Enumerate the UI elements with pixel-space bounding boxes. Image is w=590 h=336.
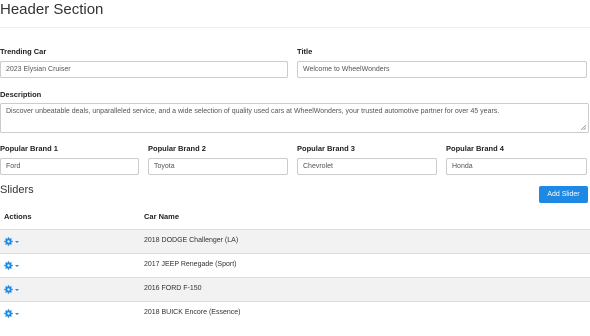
car-name-cell: 2018 BUICK Encore (Essence): [144, 309, 241, 316]
brand-4-input[interactable]: Honda: [446, 158, 587, 175]
caret-down-icon: [15, 240, 19, 243]
caret-down-icon: [15, 264, 19, 267]
brand-1-label: Popular Brand 1: [0, 144, 58, 153]
caret-down-icon: [15, 288, 19, 291]
sliders-title: Sliders: [0, 184, 34, 196]
car-name-cell: 2018 DODGE Challenger (LA): [144, 237, 239, 244]
description-textarea[interactable]: Discover unbeatable deals, unparalleled …: [0, 103, 589, 133]
table-row: 2016 FORD F-150: [0, 277, 590, 301]
brand-1-input[interactable]: Ford: [0, 158, 139, 175]
description-label: Description: [0, 90, 42, 99]
title-input[interactable]: Welcome to WheelWonders: [297, 61, 587, 78]
resize-grip-icon[interactable]: [580, 124, 586, 130]
description-text: Discover unbeatable deals, unparalleled …: [6, 108, 500, 115]
row-actions-dropdown[interactable]: [4, 285, 19, 294]
trending-car-input[interactable]: 2023 Elysian Cruiser: [0, 61, 288, 78]
brand-4-label: Popular Brand 4: [446, 144, 504, 153]
caret-down-icon: [15, 312, 19, 315]
brand-3-label: Popular Brand 3: [297, 144, 355, 153]
add-slider-button[interactable]: Add Slider: [539, 186, 588, 203]
row-line: [0, 253, 590, 254]
row-actions-dropdown[interactable]: [4, 309, 19, 318]
car-name-column-header: Car Name: [144, 212, 180, 221]
actions-column-header: Actions: [4, 212, 32, 221]
trending-car-label: Trending Car: [0, 47, 47, 56]
car-name-cell: 2017 JEEP Renegade (Sport): [144, 261, 237, 268]
row-actions-dropdown[interactable]: [4, 261, 19, 270]
gear-icon[interactable]: [4, 237, 13, 246]
header-section-title: Header Section: [0, 1, 104, 18]
row-line: [0, 277, 590, 278]
row-line: [0, 229, 590, 230]
brand-2-input[interactable]: Toyota: [148, 158, 288, 175]
row-line: [0, 301, 590, 302]
brand-3-input[interactable]: Chevrolet: [297, 158, 437, 175]
divider: [0, 27, 590, 28]
gear-icon[interactable]: [4, 261, 13, 270]
table-row: 2018 DODGE Challenger (LA): [0, 229, 590, 253]
car-name-cell: 2016 FORD F-150: [144, 285, 202, 292]
brand-2-label: Popular Brand 2: [148, 144, 206, 153]
table-row: 2017 JEEP Renegade (Sport): [0, 253, 590, 277]
gear-icon[interactable]: [4, 309, 13, 318]
title-label: Title: [297, 47, 313, 56]
row-actions-dropdown[interactable]: [4, 237, 19, 246]
table-row: 2018 BUICK Encore (Essence): [0, 301, 590, 325]
gear-icon[interactable]: [4, 285, 13, 294]
